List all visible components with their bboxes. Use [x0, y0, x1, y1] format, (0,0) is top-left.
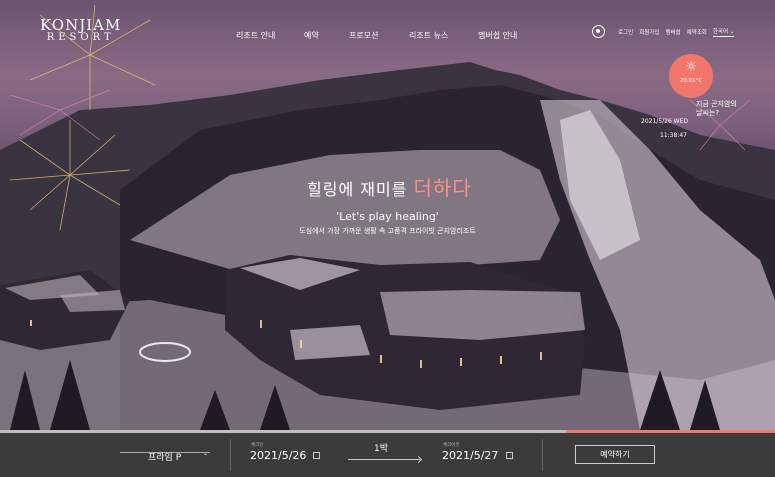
- divider: [542, 439, 543, 471]
- hero-headline-accent: 더하다: [413, 176, 472, 200]
- nav-resort-news[interactable]: 리조트 뉴스: [409, 30, 478, 41]
- checkout-label: 체크아웃: [443, 443, 460, 448]
- signup-link[interactable]: 회원가입: [639, 28, 659, 36]
- booking-bar: 프라임 P ⌄ 체크인 2021/5/26 1박 체크아웃 2021/5/27 …: [0, 433, 775, 477]
- logo-line2: RESORT: [46, 32, 115, 43]
- login-link[interactable]: 로그인: [618, 28, 633, 36]
- room-select[interactable]: 프라임 P ⌄: [120, 450, 210, 463]
- hero-headline-plain: 힐링에 재미를: [307, 180, 414, 199]
- hero-headline: 힐링에 재미를 더하다: [307, 172, 472, 201]
- weather-question-line1: 지금 곤지암의: [696, 100, 737, 108]
- weather-question-line2: 날씨는?: [696, 109, 720, 117]
- language-select[interactable]: 한국어 ⌄: [712, 27, 735, 37]
- nav-resort-info[interactable]: 리조트 안내: [236, 30, 304, 41]
- hero-slogan: 'Let's play healing': [336, 210, 439, 223]
- globe-icon[interactable]: [592, 25, 605, 38]
- divider: [230, 439, 231, 471]
- nav-reservation[interactable]: 예약: [304, 30, 349, 41]
- checkin-date[interactable]: 2021/5/26: [250, 449, 306, 462]
- calendar-icon[interactable]: [506, 452, 513, 459]
- weather-date: 2021/5/26 WED: [641, 118, 689, 125]
- chevron-down-icon: ⌄: [729, 28, 735, 35]
- arrow-right-icon: [348, 459, 420, 460]
- sun-icon: ☼: [684, 59, 698, 75]
- nav-membership[interactable]: 멤버쉽 안내: [478, 30, 517, 41]
- logo[interactable]: KONJIAM RESORT: [40, 16, 121, 43]
- weather-question: 지금 곤지암의 날씨는?: [696, 100, 737, 118]
- weather-time: 11:38:47: [660, 132, 687, 139]
- nav-promotion[interactable]: 프로모션: [349, 30, 409, 41]
- checkout-date[interactable]: 2021/5/27: [442, 449, 498, 462]
- language-label: 한국어: [712, 28, 729, 35]
- nights-count: 1박: [374, 444, 389, 454]
- membership-link[interactable]: 멤버쉽: [665, 28, 680, 36]
- checkin-label: 체크인: [251, 443, 264, 448]
- utility-menu: 로그인 회원가입 멤버쉽 예약조회 한국어 ⌄: [592, 25, 735, 38]
- chevron-down-icon: ⌄: [202, 450, 208, 457]
- main-nav: 리조트 안내 예약 프로모션 리조트 뉴스 멤버쉽 안내: [236, 30, 517, 41]
- weather-temp: 20.01°C: [679, 78, 703, 84]
- reserve-button[interactable]: 예약하기: [575, 445, 655, 464]
- reservation-lookup-link[interactable]: 예약조회: [687, 28, 707, 36]
- weather-widget[interactable]: ☼ 20.01°C: [669, 54, 713, 98]
- room-select-value: 프라임 P: [148, 453, 182, 463]
- calendar-icon[interactable]: [313, 452, 320, 459]
- hero-subtitle: 도심에서 가장 가까운 생활 속 고품격 프라이빗 곤지암리조트: [299, 227, 476, 235]
- hero-image: KONJIAM RESORT 리조트 안내 예약 프로모션 리조트 뉴스 멤버쉽…: [0, 0, 775, 430]
